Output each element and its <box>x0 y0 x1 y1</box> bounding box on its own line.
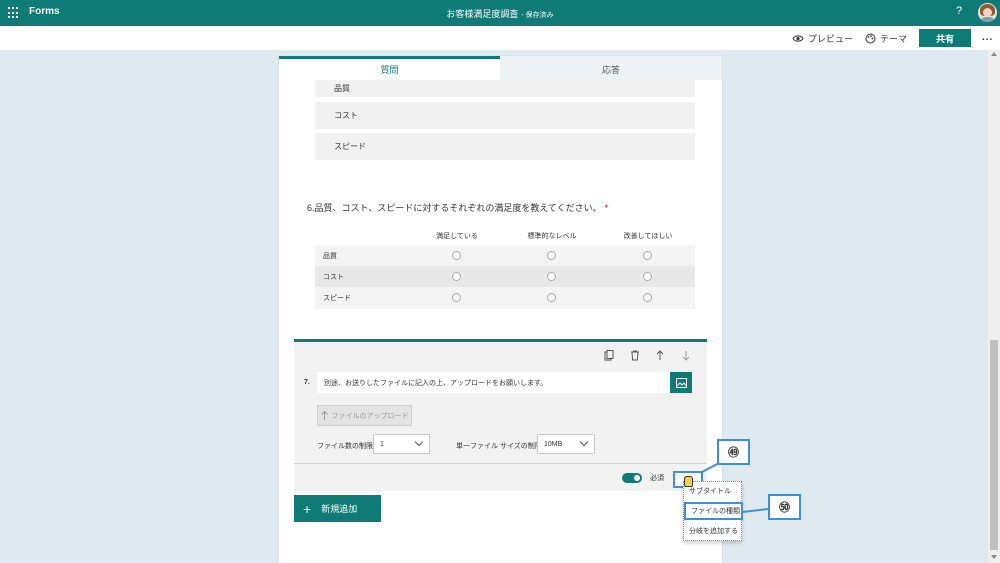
callout-50: ㊿ <box>768 494 801 520</box>
callout-connectors <box>701 458 769 513</box>
callout-49: ㊾ <box>717 439 750 465</box>
